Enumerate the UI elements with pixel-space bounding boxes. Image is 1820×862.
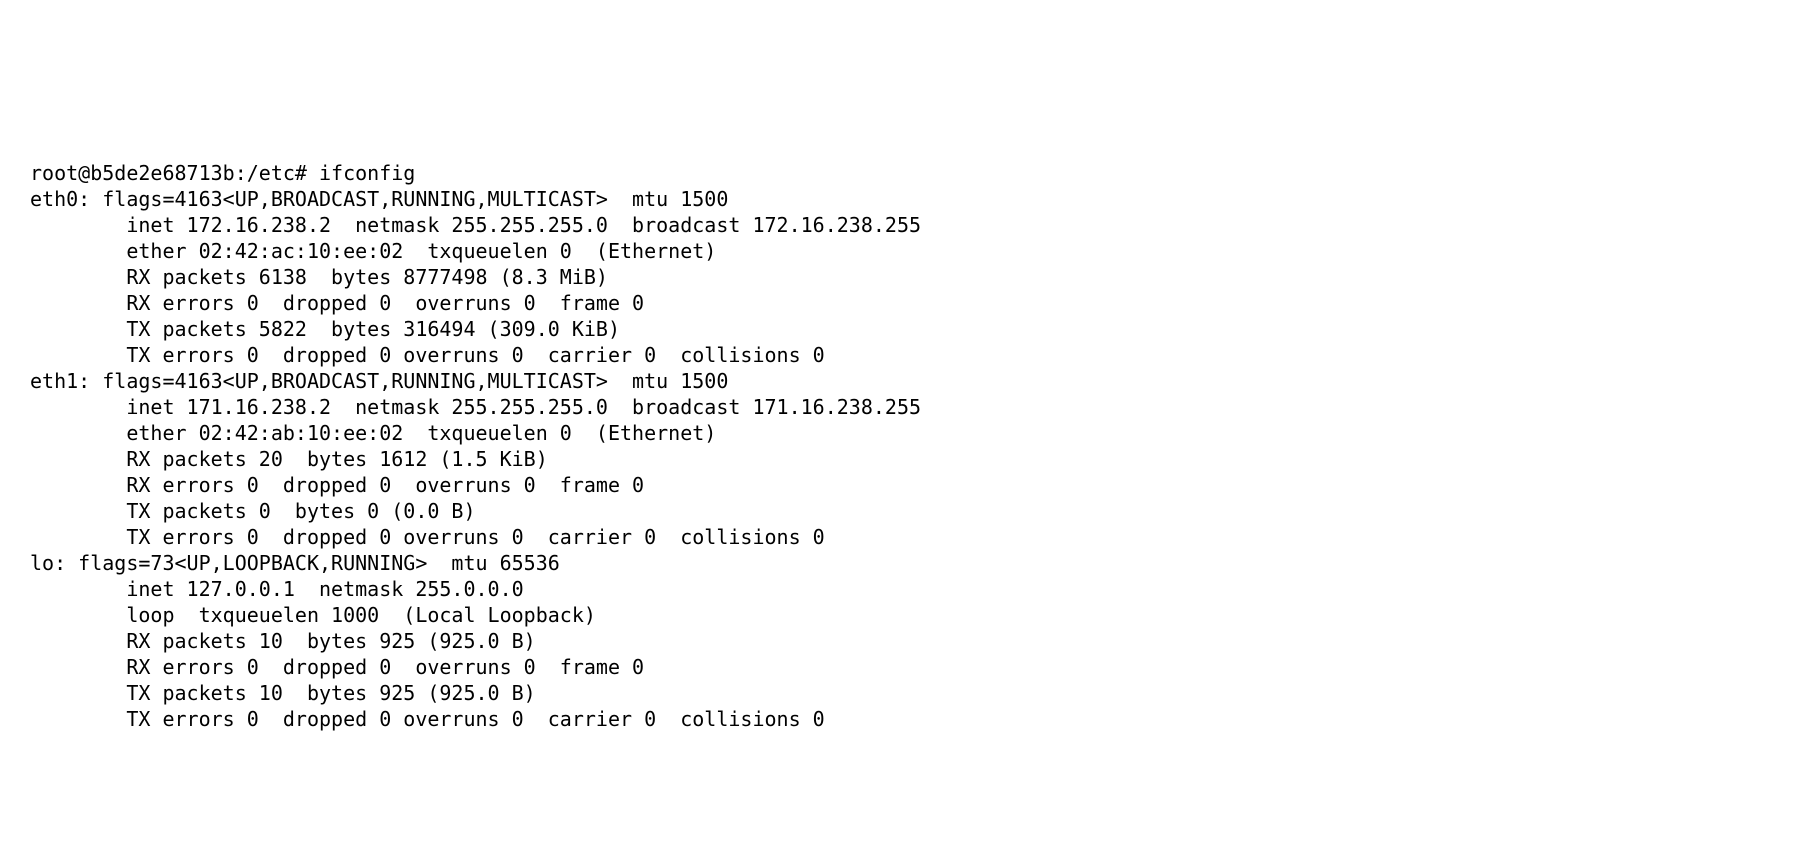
- iface-rx-errors: RX errors 0 dropped 0 overruns 0 frame 0: [30, 654, 1820, 680]
- iface-header: lo: flags=73<UP,LOOPBACK,RUNNING> mtu 65…: [30, 550, 1820, 576]
- iface-rx-packets: RX packets 20 bytes 1612 (1.5 KiB): [30, 446, 1820, 472]
- iface-inet: inet 127.0.0.1 netmask 255.0.0.0: [30, 576, 1820, 602]
- iface-inet: inet 172.16.238.2 netmask 255.255.255.0 …: [30, 212, 1820, 238]
- terminal-output[interactable]: root@b5de2e68713b:/etc# ifconfigeth0: fl…: [0, 130, 1820, 732]
- iface-link: loop txqueuelen 1000 (Local Loopback): [30, 602, 1820, 628]
- iface-tx-errors: TX errors 0 dropped 0 overruns 0 carrier…: [30, 342, 1820, 368]
- iface-tx-errors: TX errors 0 dropped 0 overruns 0 carrier…: [30, 706, 1820, 732]
- iface-link: ether 02:42:ac:10:ee:02 txqueuelen 0 (Et…: [30, 238, 1820, 264]
- iface-tx-packets: TX packets 0 bytes 0 (0.0 B): [30, 498, 1820, 524]
- iface-tx-packets: TX packets 5822 bytes 316494 (309.0 KiB): [30, 316, 1820, 342]
- prompt-text: root@b5de2e68713b:/etc# ifconfig: [30, 161, 415, 185]
- prompt-line: root@b5de2e68713b:/etc# ifconfig: [30, 160, 1820, 186]
- iface-rx-errors: RX errors 0 dropped 0 overruns 0 frame 0: [30, 472, 1820, 498]
- iface-rx-errors: RX errors 0 dropped 0 overruns 0 frame 0: [30, 290, 1820, 316]
- iface-inet: inet 171.16.238.2 netmask 255.255.255.0 …: [30, 394, 1820, 420]
- iface-header: eth0: flags=4163<UP,BROADCAST,RUNNING,MU…: [30, 186, 1820, 212]
- iface-rx-packets: RX packets 10 bytes 925 (925.0 B): [30, 628, 1820, 654]
- iface-rx-packets: RX packets 6138 bytes 8777498 (8.3 MiB): [30, 264, 1820, 290]
- iface-link: ether 02:42:ab:10:ee:02 txqueuelen 0 (Et…: [30, 420, 1820, 446]
- iface-tx-errors: TX errors 0 dropped 0 overruns 0 carrier…: [30, 524, 1820, 550]
- iface-tx-packets: TX packets 10 bytes 925 (925.0 B): [30, 680, 1820, 706]
- iface-header: eth1: flags=4163<UP,BROADCAST,RUNNING,MU…: [30, 368, 1820, 394]
